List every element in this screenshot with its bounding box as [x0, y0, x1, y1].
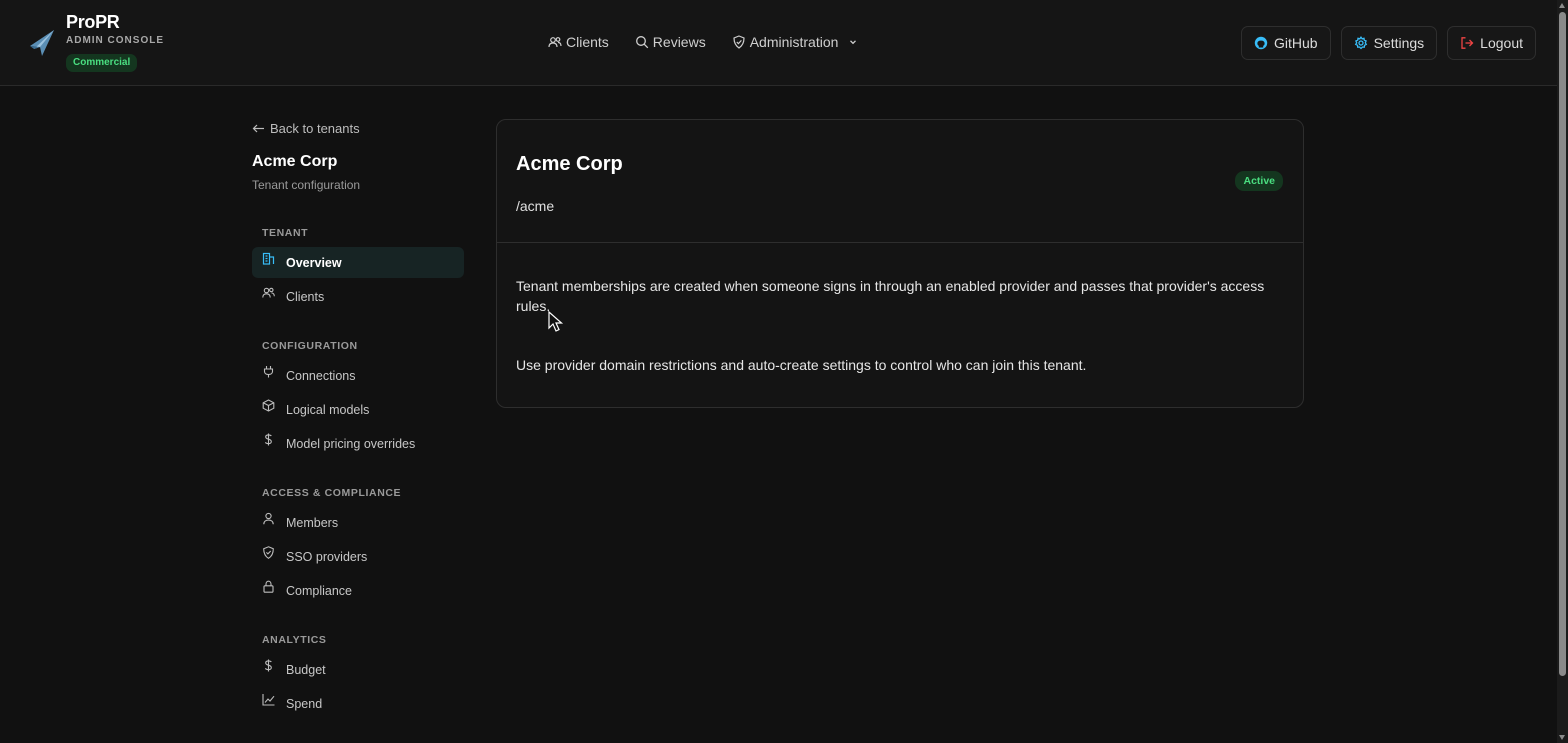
section-label-analytics: ANALYTICS	[262, 634, 327, 646]
sidebar-item-label: Overview	[286, 255, 342, 270]
sidebar-item-label: Spend	[286, 696, 323, 711]
card-body: Tenant memberships are created when some…	[497, 243, 1303, 375]
nav-reviews-label: Reviews	[652, 34, 706, 50]
user-icon	[263, 512, 274, 525]
sidebar-item-label: Budget	[286, 662, 326, 677]
sidebar-item-label: Members	[286, 515, 339, 530]
card-header: Acme Corp /acme Active	[497, 120, 1303, 243]
settings-label: Settings	[1373, 35, 1425, 51]
scroll-thumb[interactable]	[1559, 12, 1566, 676]
logout-icon	[1461, 37, 1474, 49]
back-link-label: Back to tenants	[270, 120, 360, 136]
dollar-icon	[264, 659, 272, 672]
gear-icon	[1354, 36, 1367, 50]
github-button[interactable]: GitHub	[1241, 26, 1331, 60]
main-nav: Clients Reviews Administration	[548, 32, 888, 52]
status-badge: Active	[1235, 171, 1283, 191]
dollar-icon	[264, 433, 272, 446]
arrow-left-icon	[252, 124, 264, 132]
nav-clients[interactable]: Clients	[548, 32, 609, 52]
mouse-cursor-icon	[548, 311, 564, 332]
brand[interactable]: ProPR ADMIN CONSOLE Commercial	[28, 12, 164, 72]
top-bar: ProPR ADMIN CONSOLE Commercial Clients R…	[0, 0, 1557, 86]
tenant-title: Acme Corp	[252, 153, 338, 170]
search-icon	[635, 36, 649, 49]
memberships-paragraph: Tenant memberships are created when some…	[516, 278, 1265, 314]
sidebar-item-model-pricing-overrides[interactable]: Model pricing overrides	[252, 428, 464, 459]
shield-check-icon	[733, 35, 745, 49]
nav-clients-label: Clients	[566, 34, 609, 50]
card-title: Acme Corp	[516, 153, 623, 175]
sidebar-item-label: Logical models	[286, 402, 370, 417]
logout-button[interactable]: Logout	[1447, 26, 1536, 60]
tenant-path: /acme	[516, 198, 555, 214]
sidebar-item-sso-providers[interactable]: SSO providers	[252, 541, 464, 572]
chevron-down-icon	[850, 40, 857, 45]
logout-label: Logout	[1480, 35, 1523, 51]
settings-button[interactable]: Settings	[1340, 26, 1438, 60]
github-label: GitHub	[1274, 35, 1318, 51]
users-icon	[548, 37, 562, 48]
sidebar-item-clients[interactable]: Clients	[252, 281, 464, 312]
page-scrollbar[interactable]	[1557, 0, 1568, 743]
section-label-configuration: CONFIGURATION	[262, 340, 358, 352]
top-actions: GitHub Settings Logout	[1241, 26, 1546, 60]
sidebar-item-label: Model pricing overrides	[286, 436, 416, 451]
sidebar-item-compliance[interactable]: Compliance	[252, 575, 464, 606]
cube-icon	[262, 399, 275, 412]
section-label-tenant: TENANT	[262, 227, 309, 239]
tenant-subtitle: Tenant configuration	[252, 178, 361, 192]
nav-administration-label: Administration	[749, 34, 839, 50]
github-icon	[1254, 36, 1268, 50]
plug-icon	[263, 366, 274, 378]
shield-icon	[263, 546, 274, 559]
sidebar-item-connections[interactable]: Connections	[252, 360, 464, 391]
brand-name: ProPR	[66, 12, 120, 32]
nav-reviews[interactable]: Reviews	[635, 32, 706, 52]
sidebar-item-label: Clients	[286, 289, 325, 304]
sidebar-item-logical-models[interactable]: Logical models	[252, 394, 464, 425]
tenant-overview-card: Acme Corp /acme Active Tenant membership…	[496, 119, 1304, 408]
sidebar-item-label: Compliance	[286, 583, 353, 598]
building-icon	[262, 252, 275, 265]
nav-administration[interactable]: Administration	[732, 32, 863, 52]
tenant-sidebar: Back to tenants Acme Corp Tenant configu…	[252, 118, 464, 722]
restrictions-paragraph: Use provider domain restrictions and aut…	[516, 357, 1087, 373]
sidebar-item-members[interactable]: Members	[252, 507, 464, 538]
scroll-up-arrow-icon[interactable]	[1559, 3, 1565, 8]
chart-line-icon	[262, 694, 275, 706]
sidebar-item-overview[interactable]: Overview	[252, 247, 464, 278]
sidebar-item-label: SSO providers	[286, 549, 368, 564]
brand-subtitle: ADMIN CONSOLE	[66, 35, 164, 46]
lock-icon	[263, 580, 274, 593]
sidebar-item-spend[interactable]: Spend	[252, 688, 464, 719]
sidebar-item-budget[interactable]: Budget	[252, 654, 464, 685]
paper-plane-icon	[30, 30, 54, 56]
sidebar-item-label: Connections	[286, 368, 356, 383]
license-badge: Commercial	[66, 54, 138, 72]
users-icon	[262, 287, 275, 298]
scroll-down-arrow-icon[interactable]	[1559, 735, 1565, 740]
section-label-access-compliance: ACCESS & COMPLIANCE	[262, 487, 402, 499]
back-to-tenants-link[interactable]: Back to tenants	[252, 118, 464, 138]
